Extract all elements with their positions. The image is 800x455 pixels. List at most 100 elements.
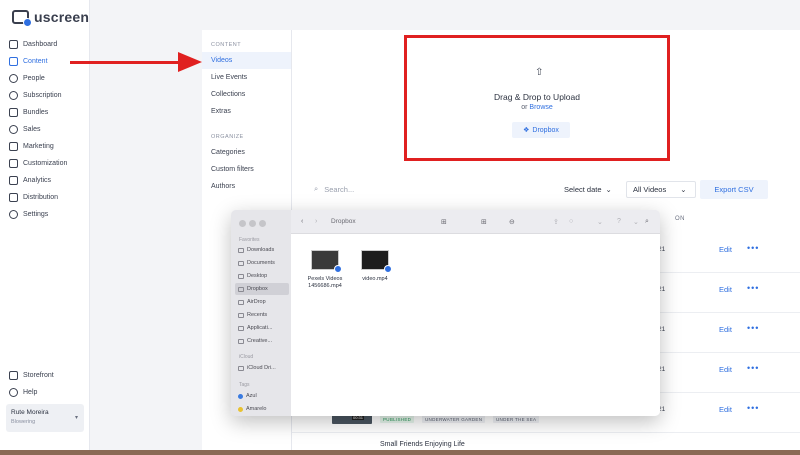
sidebar-item-label: Sales [23, 126, 41, 133]
info-icon[interactable]: ? [617, 218, 621, 225]
analytics-icon [9, 176, 18, 185]
sidebar-item-marketing[interactable]: Marketing [0, 138, 90, 155]
chevron-down-icon[interactable]: ⌄ [597, 218, 603, 226]
more-options-icon[interactable]: ••• [747, 363, 759, 373]
sidebar-item-label: Content [23, 58, 48, 65]
browse-link[interactable]: Browse [529, 104, 552, 111]
sidebar-item-subscription[interactable]: Subscription [0, 87, 90, 104]
brand-logo[interactable]: uscreen [12, 9, 89, 27]
finder-item-dropbox[interactable]: Dropbox [235, 283, 289, 295]
chevron-down-icon: ▾ [74, 415, 78, 421]
back-icon[interactable]: ‹ [301, 218, 303, 225]
group-icon[interactable]: ⊞ [481, 218, 487, 226]
finder-heading-tags: Tags [239, 382, 250, 388]
close-window-button[interactable] [239, 220, 246, 227]
search-input[interactable]: ⌕ Search... [314, 181, 514, 197]
submenu-item-authors[interactable]: Authors [202, 178, 291, 195]
video-title[interactable]: Small Friends Enjoying Life [380, 441, 465, 448]
finder-item-downloads[interactable]: Downloads [235, 244, 289, 256]
finder-item-label: iCloud Dri... [247, 365, 276, 371]
tag-dot-icon [238, 393, 243, 399]
sidebar-item-analytics[interactable]: Analytics [0, 172, 90, 189]
submenu-item-live-events[interactable]: Live Events [202, 69, 291, 86]
content-icon [9, 57, 18, 66]
annotation-arrow [70, 61, 180, 64]
file-name: Pexels Videos 1456686.mp4 [307, 276, 343, 289]
submenu-item-categories[interactable]: Categories [202, 144, 291, 161]
distribution-icon [9, 193, 18, 202]
sidebar-item-distribution[interactable]: Distribution [0, 189, 90, 206]
finder-item-applications[interactable]: Applicati... [235, 322, 289, 334]
action-icon[interactable]: ⊖ [509, 218, 515, 226]
sidebar-item-people[interactable]: People [0, 70, 90, 87]
more-options-icon[interactable]: ••• [747, 323, 759, 333]
view-icons-icon[interactable]: ⊞ [441, 218, 447, 226]
chevron-down-icon[interactable]: ⌄ [633, 218, 639, 226]
sidebar-item-bundles[interactable]: Bundles [0, 104, 90, 121]
folder-icon [238, 273, 244, 279]
sidebar-item-settings[interactable]: Settings [0, 206, 90, 223]
more-options-icon[interactable]: ••• [747, 243, 759, 253]
sidebar: uscreen Dashboard Content People Subscri… [0, 0, 90, 455]
sidebar-item-label: Settings [23, 211, 49, 218]
all-videos-dropdown[interactable]: All Videos ⌄ [626, 181, 696, 198]
category-tag: UNDERWATER GARDEN [422, 415, 486, 423]
folder-icon [238, 338, 244, 344]
search-icon: ⌕ [314, 184, 319, 193]
file-item[interactable]: Pexels Videos 1456686.mp4 [299, 250, 351, 290]
finder-window[interactable]: Favorites Downloads Documents Desktop Dr… [231, 210, 660, 416]
sidebar-item-help[interactable]: Help [0, 384, 90, 401]
file-item[interactable]: video.mp4 [349, 250, 401, 283]
sidebar-item-storefront[interactable]: Storefront [0, 367, 90, 384]
zoom-window-button[interactable] [259, 220, 266, 227]
finder-item-label: Recents [247, 312, 268, 318]
sidebar-item-customization[interactable]: Customization [0, 155, 90, 172]
finder-item-documents[interactable]: Documents [235, 257, 289, 269]
finder-tag-amarelo[interactable]: Amarelo [235, 403, 289, 415]
finder-item-icloud-drive[interactable]: iCloud Dri... [235, 362, 289, 374]
finder-item-recents[interactable]: Recents [235, 309, 289, 321]
sidebar-item-label: Bundles [23, 109, 49, 116]
forward-icon[interactable]: › [315, 218, 317, 225]
tag-icon[interactable]: ○ [569, 218, 573, 225]
finder-item-airdrop[interactable]: AirDrop [235, 296, 289, 308]
finder-item-creative[interactable]: Creative... [235, 335, 289, 347]
minimize-window-button[interactable] [249, 220, 256, 227]
status-badge: PUBLISHED [380, 415, 415, 423]
sidebar-item-dashboard[interactable]: Dashboard [0, 36, 90, 53]
submenu-item-videos[interactable]: Videos [202, 52, 291, 69]
finder-item-label: Desktop [247, 273, 268, 279]
sidebar-item-label: Analytics [23, 177, 52, 184]
share-icon[interactable]: ⇪ [553, 218, 559, 226]
edit-button[interactable]: Edit [719, 405, 732, 414]
sidebar-item-label: Storefront [23, 372, 54, 379]
folder-icon [238, 247, 244, 253]
dropbox-icon [238, 286, 244, 292]
sidebar-item-label: Dashboard [23, 41, 58, 48]
submenu-item-custom-filters[interactable]: Custom filters [202, 161, 291, 178]
user-account-menu[interactable]: Rute Moreira Blowering ▾ [6, 404, 84, 432]
select-date-dropdown[interactable]: Select date ⌄ [558, 181, 616, 198]
finder-sidebar: Favorites Downloads Documents Desktop Dr… [231, 210, 291, 416]
edit-button[interactable]: Edit [719, 245, 732, 254]
submenu-item-extras[interactable]: Extras [202, 103, 291, 120]
export-csv-button[interactable]: Export CSV [700, 180, 768, 199]
search-icon[interactable]: ⌕ [645, 218, 649, 226]
video-file-icon [361, 250, 392, 273]
sidebar-item-label: Subscription [23, 92, 62, 99]
finder-item-desktop[interactable]: Desktop [235, 270, 289, 282]
finder-tag-azul[interactable]: Azul [235, 390, 289, 402]
edit-button[interactable]: Edit [719, 365, 732, 374]
more-options-icon[interactable]: ••• [747, 403, 759, 413]
upload-dropzone[interactable]: ⇧ Drag & Drop to Upload or Browse ❖ Dropb… [404, 35, 670, 161]
more-options-icon[interactable]: ••• [747, 283, 759, 293]
finder-item-label: Amarelo [246, 406, 267, 412]
clock-icon [238, 312, 244, 318]
column-header-published-on: ON [675, 216, 685, 222]
edit-button[interactable]: Edit [719, 325, 732, 334]
dropbox-button[interactable]: ❖ Dropbox [512, 122, 570, 138]
sidebar-item-sales[interactable]: Sales [0, 121, 90, 138]
submenu-item-collections[interactable]: Collections [202, 86, 291, 103]
desktop-strip [0, 450, 800, 455]
edit-button[interactable]: Edit [719, 285, 732, 294]
